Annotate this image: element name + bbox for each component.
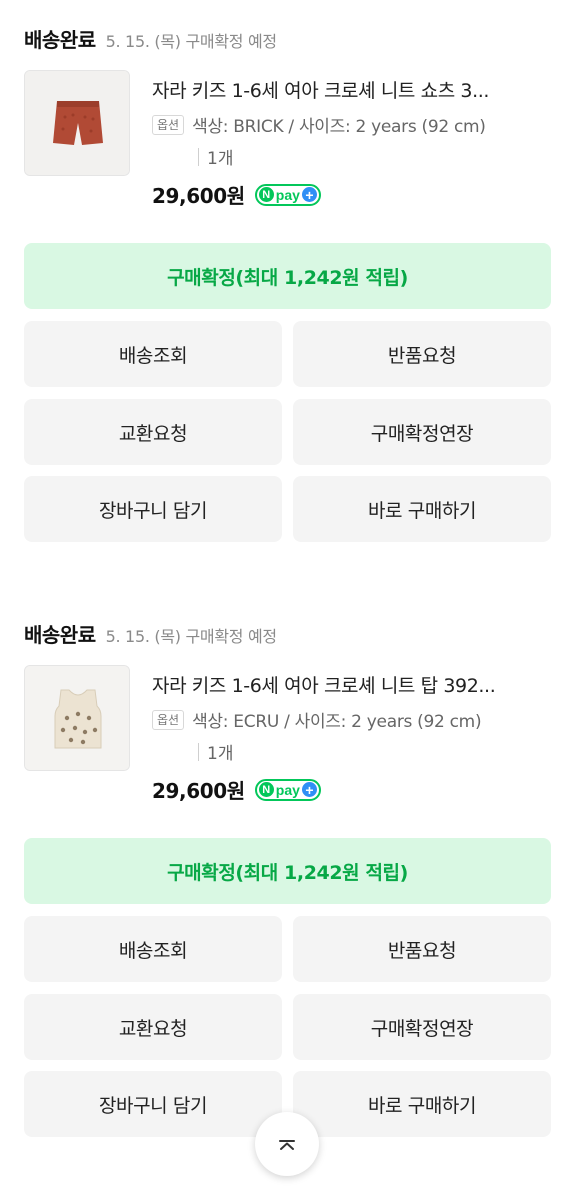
price: 29,600원 (152, 184, 245, 208)
quantity-row: 1개 (198, 144, 233, 169)
npay-plus-badge: N pay + (254, 183, 321, 206)
order-card: 배송완료 5. 15. (목) 구매확정 예정 자라 키즈 1-6세 여아 크로… (0, 595, 573, 1155)
order-header: 배송완료 5. 15. (목) 구매확정 예정 (24, 24, 277, 53)
npay-plus-badge: N pay + (254, 778, 321, 801)
extend-confirm-button[interactable]: 구매확정연장 (293, 994, 551, 1060)
order-header: 배송완료 5. 15. (목) 구매확정 예정 (24, 619, 277, 648)
brick-knit-shorts-image (25, 71, 129, 175)
order-card: 배송완료 5. 15. (목) 구매확정 예정 자라 키즈 1-6세 여아 크로… (0, 0, 573, 560)
buy-now-button[interactable]: 바로 구매하기 (293, 476, 551, 542)
product-name[interactable]: 자라 키즈 1-6세 여아 크로셰 니트 탑 392... (152, 671, 552, 698)
npay-n-icon: N (258, 187, 274, 202)
buy-now-button[interactable]: 바로 구매하기 (293, 1071, 551, 1137)
ecru-knit-top-image (25, 666, 129, 770)
price-row: 29,600원 N pay + (152, 180, 321, 209)
npay-label: pay (275, 186, 300, 203)
delivery-status: 배송완료 (24, 623, 96, 647)
exchange-request-button[interactable]: 교환요청 (24, 994, 282, 1060)
divider (198, 742, 199, 761)
purchase-confirm-button[interactable]: 구매확정(최대 1,242원 적립) (24, 243, 551, 309)
track-delivery-button[interactable]: 배송조회 (24, 916, 282, 982)
plus-icon: + (301, 782, 317, 797)
divider (198, 147, 199, 166)
chevron-up-icon (279, 1140, 295, 1150)
add-to-cart-button[interactable]: 장바구니 담기 (24, 476, 282, 542)
npay-label: pay (275, 781, 300, 798)
scroll-to-top-button[interactable] (255, 1112, 319, 1176)
option-row: 옵션 색상: ECRU / 사이즈: 2 years (92 cm) (152, 707, 482, 732)
plus-icon: + (301, 187, 317, 202)
option-text: 색상: ECRU / 사이즈: 2 years (92 cm) (192, 712, 482, 732)
delivery-status: 배송완료 (24, 28, 96, 52)
extend-confirm-button[interactable]: 구매확정연장 (293, 399, 551, 465)
track-delivery-button[interactable]: 배송조회 (24, 321, 282, 387)
npay-n-icon: N (258, 782, 274, 797)
option-badge: 옵션 (152, 114, 185, 135)
price-row: 29,600원 N pay + (152, 775, 321, 804)
product-thumbnail[interactable] (24, 665, 130, 771)
option-row: 옵션 색상: BRICK / 사이즈: 2 years (92 cm) (152, 112, 486, 137)
purchase-confirm-button[interactable]: 구매확정(최대 1,242원 적립) (24, 838, 551, 904)
option-badge: 옵션 (152, 709, 185, 730)
product-name[interactable]: 자라 키즈 1-6세 여아 크로셰 니트 쇼츠 3... (152, 76, 552, 103)
return-request-button[interactable]: 반품요청 (293, 916, 551, 982)
quantity: 1개 (207, 149, 234, 169)
option-text: 색상: BRICK / 사이즈: 2 years (92 cm) (192, 117, 486, 137)
quantity-row: 1개 (198, 739, 233, 764)
confirm-eta: 5. 15. (목) 구매확정 예정 (105, 627, 277, 646)
add-to-cart-button[interactable]: 장바구니 담기 (24, 1071, 282, 1137)
quantity: 1개 (207, 744, 234, 764)
return-request-button[interactable]: 반품요청 (293, 321, 551, 387)
exchange-request-button[interactable]: 교환요청 (24, 399, 282, 465)
price: 29,600원 (152, 779, 245, 803)
product-thumbnail[interactable] (24, 70, 130, 176)
confirm-eta: 5. 15. (목) 구매확정 예정 (105, 32, 277, 51)
